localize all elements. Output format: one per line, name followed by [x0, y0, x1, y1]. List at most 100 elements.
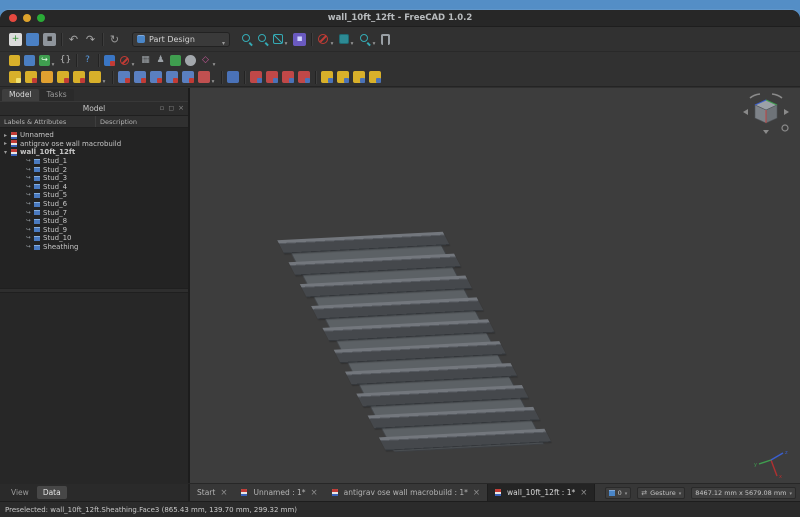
subtractive-loft-button[interactable] — [164, 71, 180, 83]
feature-overlay-icon: ↪ — [26, 184, 34, 190]
create-sketch-button[interactable] — [23, 71, 39, 83]
mdi-tab[interactable]: wall_10ft_12ft : 1* — [487, 484, 595, 501]
zoom-fit-all-button[interactable] — [239, 33, 255, 45]
axonometric-view-button[interactable] — [337, 30, 357, 49]
save-document-button[interactable]: ▪ — [41, 33, 58, 46]
main-area: ModelTasks Model ▫◻× Labels & Attributes… — [0, 88, 800, 483]
linear-pattern-button[interactable] — [335, 71, 351, 83]
texture-mapping-button[interactable] — [168, 55, 183, 66]
expand-arrow-icon[interactable]: ▸ — [4, 132, 11, 139]
whats-this-button[interactable]: ? — [80, 55, 95, 66]
close-tab-icon[interactable] — [220, 488, 227, 498]
boolean-operation-button[interactable] — [225, 71, 241, 83]
dock-overlay-button[interactable]: ▪ — [291, 33, 308, 46]
tree-item-label: Stud_10 — [43, 234, 71, 242]
new-document-button[interactable]: + — [7, 33, 24, 46]
subtractive-primitive-button[interactable] — [196, 68, 218, 87]
tree-item[interactable]: ↪ Stud_3 — [0, 174, 188, 183]
minimize-window-button[interactable] — [23, 14, 31, 22]
revolve-button[interactable] — [55, 71, 71, 83]
layer-select[interactable]: 0 — [605, 487, 632, 499]
refresh-button[interactable]: ↻ — [106, 33, 123, 46]
document-icon — [11, 140, 17, 147]
close-tab-icon[interactable] — [311, 488, 318, 498]
redo-button[interactable]: ↷ — [82, 33, 99, 46]
title-bar[interactable]: wall_10ft_12ft - FreeCAD 1.0.2 — [0, 10, 800, 27]
dock-tab[interactable]: Model — [2, 89, 39, 101]
zoom-tools-button[interactable] — [357, 30, 379, 49]
tree-item[interactable]: ↪ Stud_8 — [0, 217, 188, 226]
addon-manager-button[interactable]: ♟ — [153, 55, 168, 66]
create-group-button[interactable] — [22, 55, 37, 66]
freecad-start-button[interactable] — [102, 55, 117, 66]
stop-operation-button[interactable] — [117, 51, 138, 70]
mdi-tab[interactable]: Unnamed : 1* — [234, 484, 324, 501]
additive-loft-button[interactable] — [71, 71, 87, 83]
tree-item[interactable]: ↪ Stud_2 — [0, 165, 188, 174]
close-tab-icon[interactable] — [473, 488, 480, 498]
dock-panel-icon[interactable]: ◻ — [168, 105, 174, 112]
dock-tab[interactable]: Tasks — [40, 89, 74, 101]
groove-button[interactable] — [148, 71, 164, 83]
mirrored-button[interactable] — [319, 71, 335, 83]
tree-item[interactable]: ↪ Stud_4 — [0, 183, 188, 192]
close-tab-icon[interactable] — [580, 488, 587, 498]
wall-model[interactable] — [283, 232, 550, 459]
create-varset-button[interactable]: {} — [58, 55, 73, 66]
thickness-button[interactable] — [296, 71, 312, 83]
fillet-button[interactable] — [248, 71, 264, 83]
tree-item[interactable]: ▾ ↪ wall_10ft_12ft — [0, 148, 188, 157]
expand-arrow-icon[interactable]: ▾ — [4, 149, 11, 156]
navigation-sphere-button[interactable] — [183, 55, 198, 66]
mdi-tab[interactable]: Start — [190, 484, 234, 501]
additive-primitive-button[interactable] — [87, 68, 109, 87]
zoom-selection-button[interactable] — [255, 33, 271, 45]
chamfer-button[interactable] — [264, 71, 280, 83]
float-panel-icon[interactable]: ▫ — [160, 105, 165, 112]
close-panel-icon[interactable]: × — [178, 105, 184, 112]
subtractive-pipe-button[interactable] — [180, 71, 196, 83]
create-part-button[interactable] — [7, 55, 22, 66]
measure-button[interactable] — [379, 34, 392, 45]
tree-item[interactable]: ▸ ↪ Unnamed — [0, 131, 188, 140]
model-panel-header[interactable]: Model ▫◻× — [0, 101, 188, 115]
dependency-graph-button[interactable]: ▦ — [138, 55, 153, 66]
workbench-selector[interactable]: Part Design — [132, 32, 230, 47]
property-tab[interactable]: View — [5, 486, 35, 499]
3d-viewport[interactable]: x y z — [190, 88, 800, 483]
navigation-cube[interactable] — [736, 90, 794, 140]
mdi-tab[interactable]: antigrav ose wall macrobuild : 1* — [325, 484, 487, 501]
feature-overlay-icon: ↪ — [26, 175, 34, 181]
tree-item[interactable]: ▸ ↪ antigrav ose wall macrobuild — [0, 140, 188, 149]
close-window-button[interactable] — [9, 14, 17, 22]
tree-item[interactable]: ↪ Stud_10 — [0, 234, 188, 243]
multitransform-button[interactable] — [367, 71, 383, 83]
tree-item[interactable]: ↪ Stud_6 — [0, 200, 188, 209]
view-dimensions-select[interactable]: 8467.12 mm x 5679.08 mm — [691, 487, 796, 499]
body-icon — [34, 159, 40, 164]
make-link-button[interactable]: ↪ — [37, 51, 58, 70]
feature-overlay-icon: ↪ — [26, 158, 34, 164]
draft-button[interactable] — [280, 71, 296, 83]
expand-arrow-icon[interactable]: ▸ — [4, 140, 11, 147]
polar-pattern-button[interactable] — [351, 71, 367, 83]
pocket-button[interactable] — [116, 71, 132, 83]
property-tab[interactable]: Data — [37, 486, 67, 499]
navigation-style-select[interactable]: Gesture — [637, 487, 685, 499]
zoom-window-button[interactable] — [37, 14, 45, 22]
hole-button[interactable] — [132, 71, 148, 83]
undo-button[interactable]: ↶ — [65, 33, 82, 46]
column-description[interactable]: Description — [96, 118, 137, 126]
tree-item[interactable]: ↪ Stud_5 — [0, 191, 188, 200]
selection-bounding-box-button[interactable] — [315, 30, 337, 49]
document-icon — [332, 489, 338, 496]
pad-button[interactable] — [39, 71, 55, 83]
column-labels-attributes[interactable]: Labels & Attributes — [0, 116, 96, 127]
tree-item[interactable]: ↪ Stud_7 — [0, 208, 188, 217]
tree-item[interactable]: ↪ Stud_9 — [0, 226, 188, 235]
draw-style-button[interactable] — [271, 30, 291, 49]
open-document-button[interactable] — [24, 33, 41, 46]
create-body-button[interactable] — [7, 71, 23, 83]
tree-item[interactable]: ↪ Sheathing — [0, 243, 188, 252]
tree-item[interactable]: ↪ Stud_1 — [0, 157, 188, 166]
